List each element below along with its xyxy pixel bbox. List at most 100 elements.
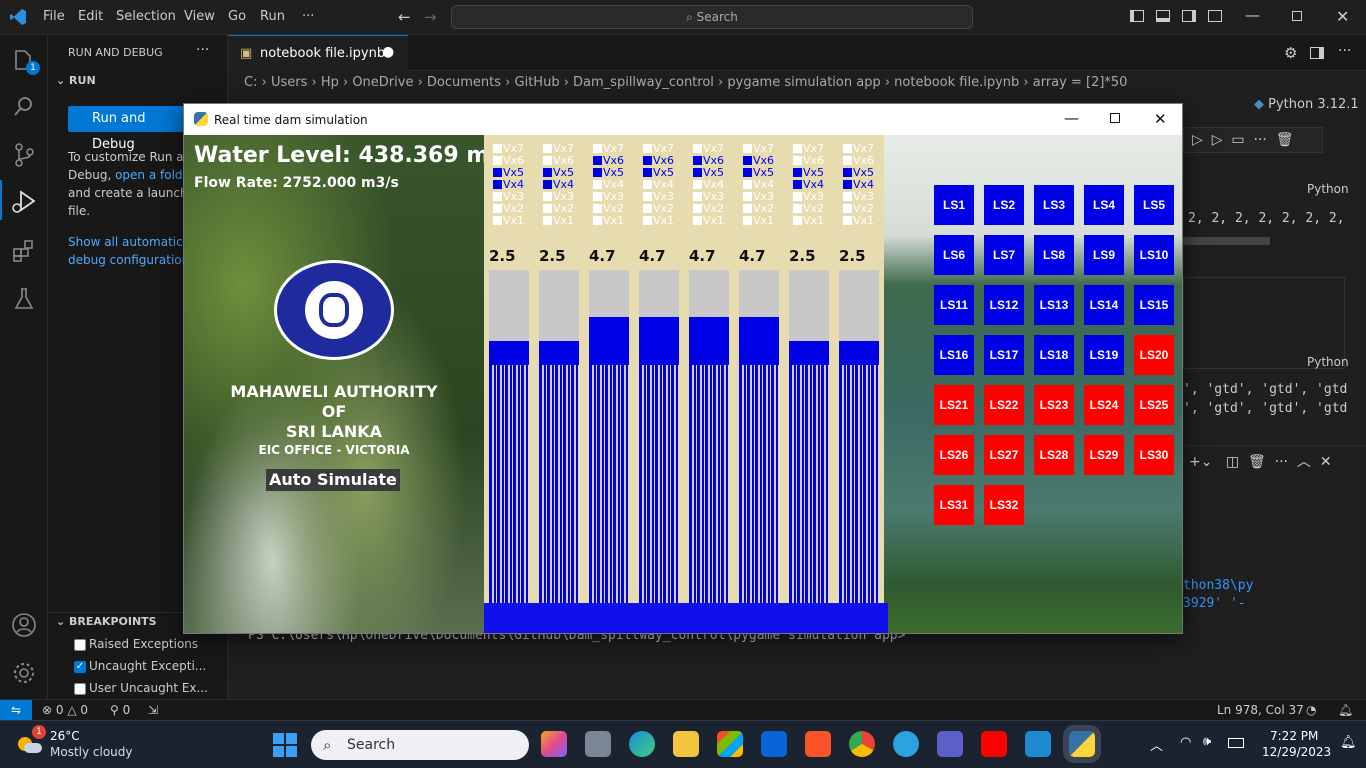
- limit-switch-ls19[interactable]: LS19: [1084, 335, 1124, 375]
- kernel-picker[interactable]: ◆ Python 3.12.1: [1254, 97, 1359, 112]
- account-icon[interactable]: [10, 611, 38, 639]
- limit-switch-ls21[interactable]: LS21: [934, 385, 974, 425]
- breadcrumb-item[interactable]: C:: [244, 75, 257, 90]
- limit-switch-ls5[interactable]: LS5: [1134, 185, 1174, 225]
- sim-close-icon[interactable]: ✕: [1154, 110, 1167, 128]
- breadcrumb-item[interactable]: pygame simulation app: [727, 75, 880, 90]
- source-control-icon[interactable]: [10, 141, 38, 169]
- limit-switch-ls24[interactable]: LS24: [1084, 385, 1124, 425]
- show-all-configurations-link[interactable]: Show all automatic debug configuration: [68, 233, 189, 269]
- close-window-icon[interactable]: ✕: [1336, 7, 1349, 26]
- section-run-header[interactable]: ⌄ RUN: [56, 74, 96, 87]
- execute-below-icon[interactable]: ▷: [1212, 132, 1223, 148]
- notebook-settings-gear-icon[interactable]: ⚙: [1284, 44, 1297, 62]
- split-cell-icon[interactable]: ▭: [1231, 132, 1244, 148]
- brave-browser-icon[interactable]: [805, 731, 831, 757]
- vscode-taskbar-icon[interactable]: [1025, 731, 1051, 757]
- youtube-icon[interactable]: [981, 731, 1007, 757]
- limit-switch-ls18[interactable]: LS18: [1034, 335, 1074, 375]
- customize-layout-icon[interactable]: [1208, 10, 1222, 22]
- menu-view[interactable]: View: [184, 9, 215, 24]
- menu-run[interactable]: Run: [260, 9, 285, 24]
- start-windows-icon[interactable]: [273, 733, 297, 757]
- forward-arrow-icon[interactable]: →: [424, 8, 437, 26]
- breadcrumb-item[interactable]: OneDrive: [352, 75, 413, 90]
- menu-selection[interactable]: Selection: [116, 9, 176, 24]
- output-scrollbar[interactable]: [1183, 237, 1270, 245]
- breadcrumb-item[interactable]: Users: [271, 75, 307, 90]
- menu-file[interactable]: File: [43, 9, 65, 24]
- breadcrumb-item[interactable]: array = [2]*50: [1033, 75, 1128, 90]
- kill-terminal-icon[interactable]: 🗑: [1248, 454, 1266, 470]
- toggle-panel-icon[interactable]: [1156, 10, 1170, 22]
- toggle-sidebar-icon[interactable]: [1130, 10, 1144, 22]
- limit-switch-ls11[interactable]: LS11: [934, 285, 974, 325]
- cell-more-icon[interactable]: ···: [1254, 132, 1267, 148]
- editor-more-icon[interactable]: ···: [1338, 43, 1351, 59]
- limit-switch-ls16[interactable]: LS16: [934, 335, 974, 375]
- breakpoint-checkbox[interactable]: [74, 639, 86, 651]
- edge-browser-icon[interactable]: [629, 731, 655, 757]
- breadcrumb-item[interactable]: Documents: [427, 75, 501, 90]
- sidebar-more-icon[interactable]: ···: [196, 42, 209, 58]
- limit-switch-ls22[interactable]: LS22: [984, 385, 1024, 425]
- breadcrumb-item[interactable]: notebook file.ipynb: [894, 75, 1019, 90]
- limit-switch-ls29[interactable]: LS29: [1084, 435, 1124, 475]
- menu-edit[interactable]: Edit: [78, 9, 103, 24]
- tray-overflow-chevron-icon[interactable]: ︿: [1150, 735, 1163, 754]
- maximize-panel-icon[interactable]: ︿: [1297, 454, 1311, 470]
- limit-switch-ls4[interactable]: LS4: [1084, 185, 1124, 225]
- limit-switch-ls15[interactable]: LS15: [1134, 285, 1174, 325]
- limit-switch-ls26[interactable]: LS26: [934, 435, 974, 475]
- manage-gear-icon[interactable]: [10, 659, 38, 687]
- limit-switch-ls12[interactable]: LS12: [984, 285, 1024, 325]
- run-and-debug-icon[interactable]: [10, 187, 38, 215]
- back-arrow-icon[interactable]: ←: [398, 8, 411, 26]
- search-view-icon[interactable]: [10, 93, 38, 121]
- limit-switch-ls32[interactable]: LS32: [984, 485, 1024, 525]
- sim-minimize-icon[interactable]: —: [1064, 109, 1079, 127]
- toggle-secondary-sidebar-icon[interactable]: [1182, 10, 1196, 22]
- microsoft-store-icon[interactable]: [717, 731, 743, 757]
- volume-icon[interactable]: 🕪︎: [1203, 734, 1211, 749]
- breakpoint-checkbox[interactable]: [74, 683, 86, 695]
- menu-go[interactable]: Go: [228, 9, 246, 24]
- restore-icon[interactable]: [1292, 11, 1302, 21]
- cell-language-1[interactable]: Python: [1307, 182, 1349, 196]
- delete-cell-icon[interactable]: 🗑: [1276, 132, 1294, 148]
- limit-switch-ls9[interactable]: LS9: [1084, 235, 1124, 275]
- close-panel-icon[interactable]: ✕: [1320, 454, 1332, 470]
- limit-switch-ls20[interactable]: LS20: [1134, 335, 1174, 375]
- chrome-icon[interactable]: [849, 731, 875, 757]
- breadcrumb-item[interactable]: GitHub: [515, 75, 560, 90]
- testing-flask-icon[interactable]: [10, 285, 38, 313]
- unsaved-dot-icon[interactable]: ●: [382, 44, 394, 60]
- limit-switch-ls28[interactable]: LS28: [1034, 435, 1074, 475]
- python-pygame-taskbar-icon[interactable]: [1063, 725, 1101, 763]
- teams-icon[interactable]: [937, 731, 963, 757]
- limit-switch-ls25[interactable]: LS25: [1134, 385, 1174, 425]
- copilot-bell-icon[interactable]: ◔: [1306, 703, 1316, 717]
- limit-switch-ls23[interactable]: LS23: [1034, 385, 1074, 425]
- limit-switch-ls7[interactable]: LS7: [984, 235, 1024, 275]
- limit-switch-ls2[interactable]: LS2: [984, 185, 1024, 225]
- limit-switch-ls27[interactable]: LS27: [984, 435, 1024, 475]
- run-by-line-icon[interactable]: ▷: [1192, 132, 1203, 148]
- limit-switch-ls30[interactable]: LS30: [1134, 435, 1174, 475]
- tab-notebook[interactable]: ▣ notebook file.ipynb ●: [228, 35, 408, 71]
- explorer-icon[interactable]: 1: [10, 47, 40, 75]
- cell-language-2[interactable]: Python: [1307, 355, 1349, 369]
- remote-indicator-icon[interactable]: ⇋: [0, 700, 32, 720]
- limit-switch-ls6[interactable]: LS6: [934, 235, 974, 275]
- auto-simulate-button[interactable]: Auto Simulate: [266, 469, 400, 491]
- extensions-icon[interactable]: [10, 237, 38, 265]
- clock-time[interactable]: 7:22 PM: [1270, 729, 1318, 743]
- notifications-bell-icon[interactable]: 🔔︎: [1338, 703, 1353, 717]
- problems-status[interactable]: ⊗ 0 △ 0: [42, 703, 88, 717]
- battery-icon[interactable]: [1228, 738, 1244, 748]
- file-explorer-icon[interactable]: [673, 731, 699, 757]
- task-view-icon[interactable]: [585, 731, 611, 757]
- new-terminal-icon[interactable]: +⌄: [1189, 454, 1212, 470]
- limit-switch-ls1[interactable]: LS1: [934, 185, 974, 225]
- limit-switch-ls14[interactable]: LS14: [1084, 285, 1124, 325]
